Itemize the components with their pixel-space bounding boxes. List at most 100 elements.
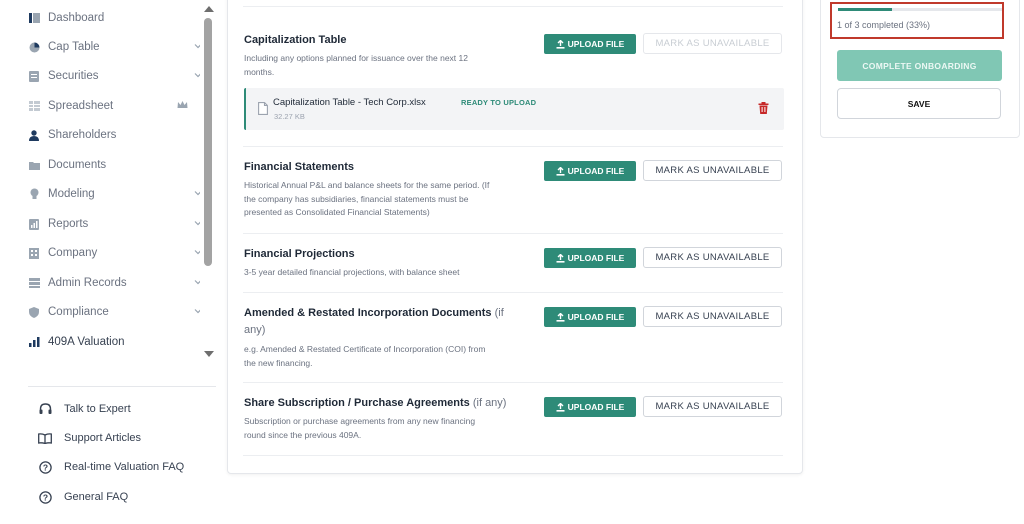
user-icon [28,129,40,141]
securities-icon [28,70,40,82]
sidebar-item-label: Securities [48,70,99,82]
sidebar-divider [28,386,216,387]
section-divider [243,6,783,7]
section-title-text: Share Subscription / Purchase Agreements [244,397,470,409]
help-item-support-articles[interactable]: Support Articles [38,428,141,448]
section-description: 3-5 year detailed financial projections,… [244,266,534,280]
sidebar-item-label: Admin Records [48,277,127,289]
help-item-label: Talk to Expert [64,403,131,415]
complete-onboarding-button[interactable]: COMPLETE ONBOARDING [837,50,1002,81]
description-line: 3-5 year detailed financial projections,… [244,267,460,277]
book-icon [38,431,52,445]
crown-icon [177,101,188,108]
dashboard-icon [28,12,40,24]
save-button[interactable]: SAVE [837,88,1001,119]
sidebar-item-modeling[interactable]: Modeling [0,180,200,208]
upload-file-button-financial-statements[interactable]: UPLOAD FILE [544,161,636,181]
sidebar-item-dashboard[interactable]: Dashboard [0,4,200,32]
section-title-share-subscription: Share Subscription / Purchase Agreements… [244,397,506,409]
lightbulb-icon [28,188,40,200]
headset-icon [38,402,52,416]
help-item-realtime-valuation-faq[interactable]: ? Real-time Valuation FAQ [38,457,184,477]
file-name: Capitalization Table - Tech Corp.xlsx [273,97,426,108]
description-line: months. [244,66,275,77]
mark-unavailable-button-share-subscription[interactable]: MARK AS UNAVAILABLE [643,396,782,417]
shield-icon [28,306,40,318]
chevron-down-icon [194,191,200,196]
chevron-down-icon [194,73,200,78]
scroll-up-arrow-icon[interactable] [204,6,214,12]
sidebar: Dashboard Cap Table Securities Spreadshe… [0,0,216,524]
chevron-down-icon [194,250,200,255]
scrollbar-thumb[interactable] [204,18,212,266]
upload-file-button-share-subscription[interactable]: UPLOAD FILE [544,397,636,417]
mark-unavailable-button-financial-statements[interactable]: MARK AS UNAVAILABLE [643,160,782,181]
spreadsheet-icon [28,100,40,112]
mark-unavailable-button-cap-table[interactable]: MARK AS UNAVAILABLE [643,33,782,54]
description-line: Historical Annual P&L and balance sheets… [244,180,490,190]
sidebar-item-compliance[interactable]: Compliance [0,298,200,326]
mark-unavailable-button-financial-projections[interactable]: MARK AS UNAVAILABLE [643,247,782,268]
sidebar-item-reports[interactable]: Reports [0,210,200,238]
sidebar-item-label: Shareholders [48,129,117,141]
svg-text:?: ? [42,492,47,502]
section-description: Historical Annual P&L and balance sheets… [244,179,534,220]
description-line: the new financing. [244,357,313,368]
section-divider [243,382,783,383]
sidebar-item-label: Dashboard [48,12,105,24]
help-item-talk-to-expert[interactable]: Talk to Expert [38,399,131,419]
sidebar-nav: Dashboard Cap Table Securities Spreadshe… [0,0,200,370]
question-circle-icon: ? [38,460,52,474]
help-item-label: General FAQ [64,491,129,503]
section-title-incorporation-documents: Amended & Restated Incorporation Documen… [244,307,504,319]
chevron-down-icon [194,221,200,226]
upload-icon [556,312,565,322]
mark-unavailable-button-incorporation-documents[interactable]: MARK AS UNAVAILABLE [643,306,782,327]
description-line: Including any options planned for issuan… [244,53,468,63]
sidebar-item-securities[interactable]: Securities [0,62,200,90]
upload-file-button-cap-table[interactable]: UPLOAD FILE [544,34,636,54]
section-title-financial-projections: Financial Projections [244,248,355,260]
section-title-continuation: any) [244,324,265,336]
question-circle-icon: ? [38,490,52,504]
sidebar-item-label: Compliance [48,306,109,318]
section-divider [243,146,783,147]
upload-file-button-incorporation-documents[interactable]: UPLOAD FILE [544,307,636,327]
section-divider [243,455,783,456]
description-line: the company has subsidiaries, financial … [244,193,469,204]
upload-file-button-financial-projections[interactable]: UPLOAD FILE [544,248,636,268]
section-title-suffix: (if [494,307,504,319]
sidebar-item-label: Modeling [48,188,95,200]
sidebar-item-label: Reports [48,218,89,230]
upload-icon [556,166,565,176]
section-description: e.g. Amended & Restated Certificate of I… [244,343,534,370]
uploaded-file-item: Capitalization Table - Tech Corp.xlsx 32… [244,88,784,130]
sidebar-item-label: Company [48,247,98,259]
report-icon [28,218,40,230]
sidebar-item-documents[interactable]: Documents [0,151,200,179]
highlight-box [830,2,1004,39]
sidebar-item-shareholders[interactable]: Shareholders [0,121,200,149]
sidebar-item-company[interactable]: Company [0,239,200,267]
description-line: round since the previous 409A. [244,429,362,440]
help-item-general-faq[interactable]: ? General FAQ [38,487,128,507]
sidebar-item-cap-table[interactable]: Cap Table [0,33,200,61]
section-divider [243,292,783,293]
svg-text:?: ? [42,462,47,472]
sidebar-item-spreadsheet[interactable]: Spreadsheet [0,92,200,120]
sidebar-item-label: Cap Table [48,41,100,53]
button-label: UPLOAD FILE [567,402,625,412]
trash-icon[interactable] [758,102,769,114]
button-label: UPLOAD FILE [567,39,625,49]
sidebar-scrollbar[interactable] [202,4,216,362]
chevron-down-icon [194,44,200,49]
upload-icon [556,39,565,49]
sidebar-item-admin-records[interactable]: Admin Records [0,269,200,297]
section-title-cap-table: Capitalization Table [244,34,347,46]
upload-icon [556,253,565,263]
scroll-down-arrow-icon[interactable] [204,351,214,357]
description-line: Subscription or purchase agreements from… [244,416,476,426]
sidebar-item-409a-valuation[interactable]: 409A Valuation [0,328,200,356]
upload-icon [556,402,565,412]
building-icon [28,247,40,259]
